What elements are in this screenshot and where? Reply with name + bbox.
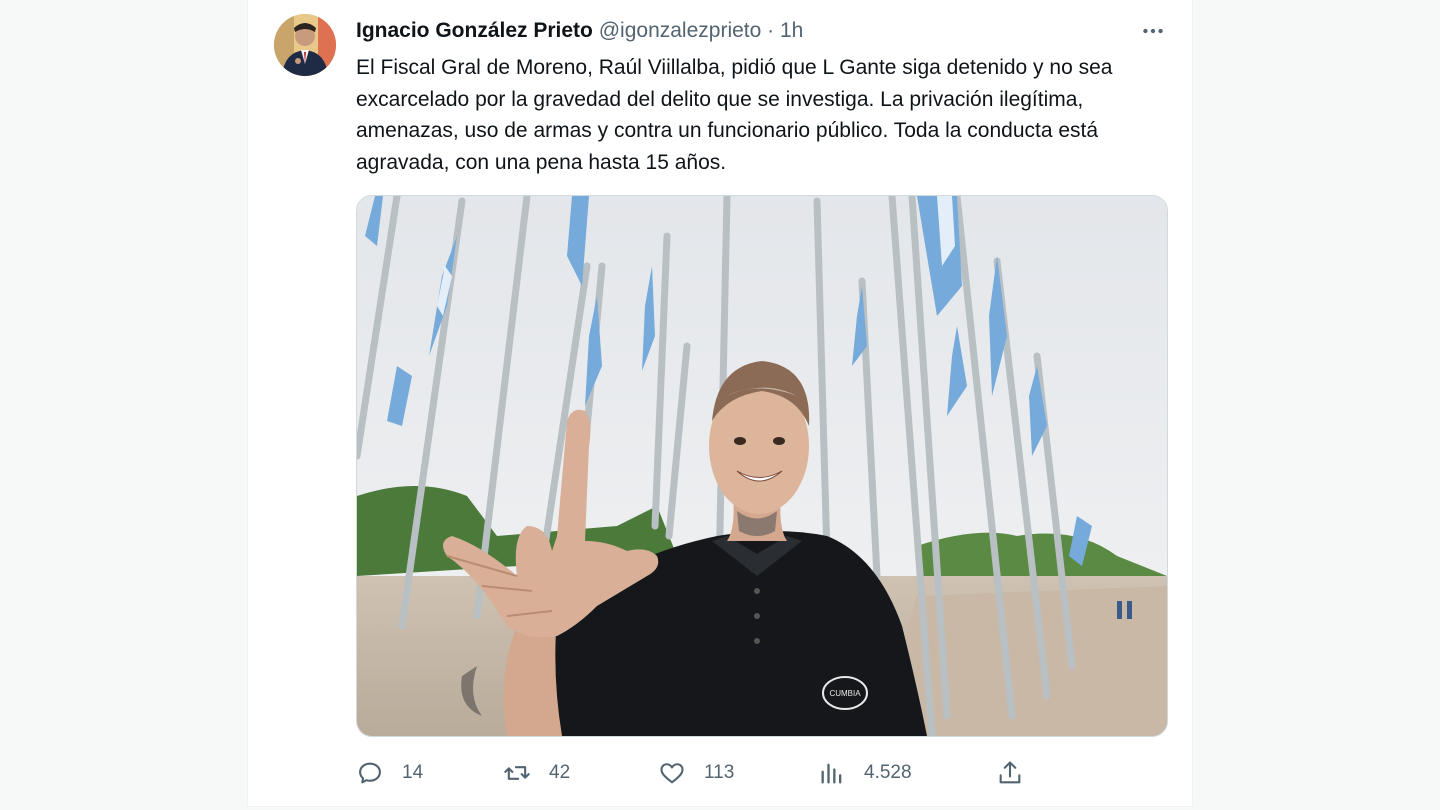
retweet-icon xyxy=(504,766,530,780)
tweet-photo[interactable]: CUMBIA xyxy=(356,195,1168,737)
more-horizontal-icon xyxy=(1143,28,1163,34)
share-button[interactable] xyxy=(996,756,1024,790)
tweet-card[interactable]: Ignacio González Prieto @igonzalezprieto… xyxy=(247,0,1193,807)
like-button[interactable]: 113 xyxy=(658,756,734,790)
tweet-actions: 14 42 113 4.528 xyxy=(356,756,1168,790)
separator-dot: · xyxy=(767,19,775,42)
author-name[interactable]: Ignacio González Prieto xyxy=(356,19,593,42)
page: Ignacio González Prieto @igonzalezprieto… xyxy=(0,0,1440,810)
shirt-badge-text: CUMBIA xyxy=(829,689,861,698)
retweet-count: 42 xyxy=(549,762,571,783)
tweet-text: El Fiscal Gral de Moreno, Raúl Viillalba… xyxy=(356,56,1113,174)
like-count: 113 xyxy=(704,762,735,783)
share-icon xyxy=(999,761,1021,784)
retweet-button[interactable]: 42 xyxy=(503,756,570,790)
author-handle[interactable]: @igonzalezprieto xyxy=(599,19,762,42)
reply-icon xyxy=(359,762,381,784)
reply-button[interactable]: 14 xyxy=(356,756,423,790)
heart-icon xyxy=(660,763,684,784)
views-icon xyxy=(821,763,842,784)
tweet-header: Ignacio González Prieto @igonzalezprieto… xyxy=(356,18,803,44)
views-button[interactable]: 4.528 xyxy=(818,756,912,790)
reply-count: 14 xyxy=(402,762,424,783)
views-count: 4.528 xyxy=(864,762,912,783)
more-button[interactable] xyxy=(1138,16,1168,46)
avatar[interactable] xyxy=(274,14,336,76)
timestamp[interactable]: 1h xyxy=(780,19,803,42)
